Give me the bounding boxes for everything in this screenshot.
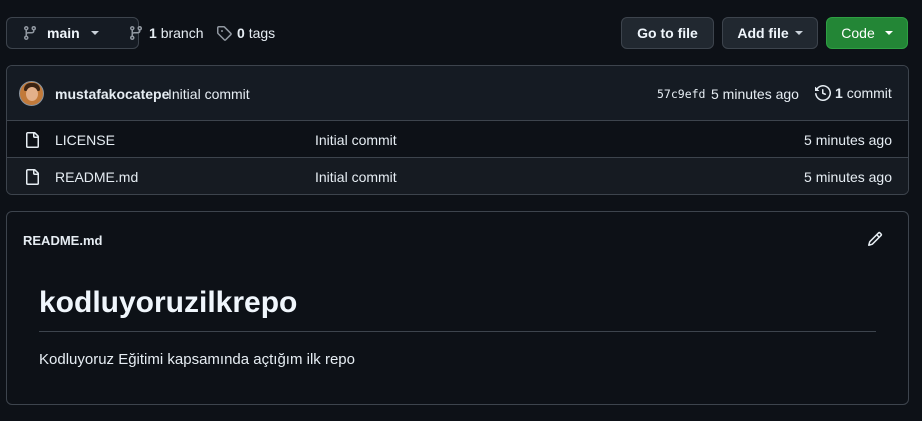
commit-sha[interactable]: 57c9efd <box>657 87 705 101</box>
chevron-down-icon <box>794 31 803 35</box>
commit-count: 1 <box>835 85 843 101</box>
go-to-file-label: Go to file <box>637 25 698 41</box>
tags-link[interactable]: 0 tags <box>216 17 275 49</box>
git-branch-icon <box>22 25 38 41</box>
branch-select-button[interactable]: main <box>6 17 139 49</box>
file-commit-message[interactable]: Initial commit <box>315 132 397 148</box>
readme-body: Kodluyoruz Eğitimi kapsamında açtığım il… <box>39 351 355 368</box>
commit-time: 5 minutes ago <box>711 86 799 102</box>
readme-panel: README.md kodluyoruzilkrepo Kodluyoruz E… <box>6 211 909 405</box>
code-label: Code <box>841 25 875 41</box>
avatar[interactable] <box>19 81 44 106</box>
code-button[interactable]: Code <box>826 17 908 49</box>
branch-count: 1 <box>149 25 157 41</box>
file-commit-time: 5 minutes ago <box>804 132 892 148</box>
add-file-button[interactable]: Add file <box>722 17 818 49</box>
branch-count-label: branch <box>160 25 204 41</box>
readme-filename[interactable]: README.md <box>23 233 102 248</box>
tag-count-label: tags <box>248 25 276 41</box>
latest-commit-bar: mustafakocatepe Initial commit 57c9efd 5… <box>7 66 908 121</box>
tag-count: 0 <box>237 25 245 41</box>
file-list: mustafakocatepe Initial commit 57c9efd 5… <box>6 65 909 195</box>
branches-link[interactable]: 1 branch <box>128 17 204 49</box>
add-file-label: Add file <box>737 25 789 41</box>
chevron-down-icon <box>884 31 893 35</box>
repo-toolbar: main 1 branch 0 tags Go to file Add file… <box>6 17 908 49</box>
tag-icon <box>216 25 232 41</box>
file-commit-time: 5 minutes ago <box>804 169 892 185</box>
file-row-readme[interactable]: README.md Initial commit 5 minutes ago <box>7 158 908 194</box>
chevron-down-icon <box>90 31 99 35</box>
file-name[interactable]: README.md <box>55 169 138 185</box>
pencil-icon[interactable] <box>867 231 887 251</box>
file-icon <box>24 132 40 148</box>
file-row-license[interactable]: LICENSE Initial commit 5 minutes ago <box>7 121 908 158</box>
file-icon <box>24 169 40 185</box>
history-icon <box>815 85 831 101</box>
commit-history-link[interactable]: 1 commit <box>815 85 892 101</box>
go-to-file-button[interactable]: Go to file <box>621 17 714 49</box>
branch-name: main <box>47 25 80 41</box>
commit-count-label: commit <box>846 85 892 101</box>
readme-heading: kodluyoruzilkrepo <box>39 284 876 332</box>
file-commit-message[interactable]: Initial commit <box>315 169 397 185</box>
commit-author[interactable]: mustafakocatepe <box>55 86 169 102</box>
commit-message[interactable]: Initial commit <box>168 86 250 102</box>
file-name[interactable]: LICENSE <box>55 132 115 148</box>
git-branch-icon <box>128 25 144 41</box>
